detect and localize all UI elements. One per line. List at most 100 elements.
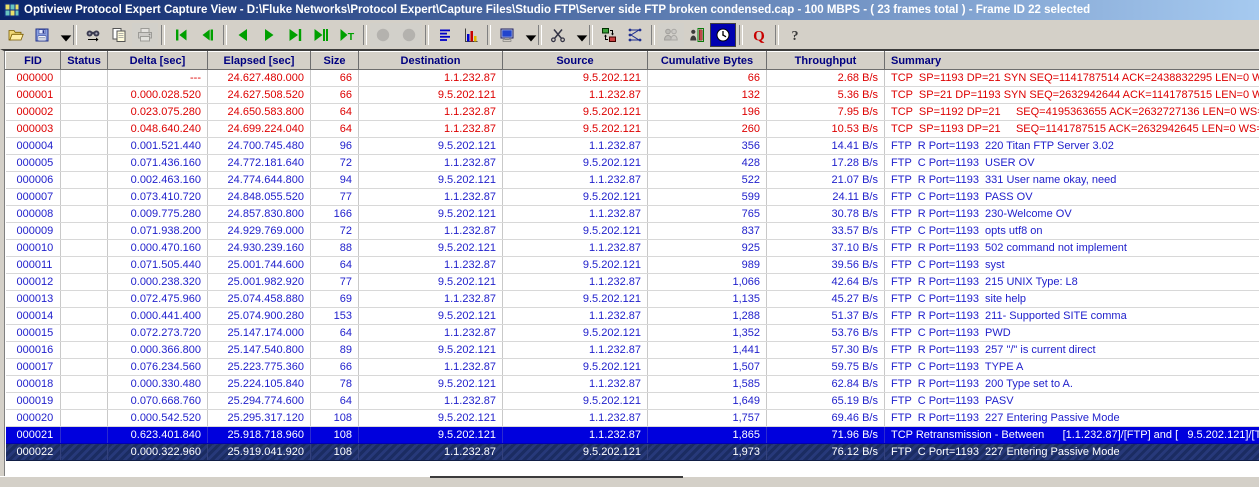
cell-summary[interactable]: FTP C Port=1193 site help [885,291,1259,308]
cell-throughput[interactable]: 53.76 B/s [767,325,885,342]
cell-destination[interactable]: 1.1.232.87 [359,155,503,172]
cell-throughput[interactable]: 17.28 B/s [767,155,885,172]
cell-summary[interactable]: FTP C Port=1193 opts utf8 on [885,223,1259,240]
cell-size[interactable]: 66 [311,359,359,376]
cell-elapsed[interactable]: 25.001.744.600 [208,257,311,274]
cell-source[interactable]: 9.5.202.121 [503,291,648,308]
cell-size[interactable]: 108 [311,410,359,427]
cell-source[interactable]: 9.5.202.121 [503,444,648,461]
cell-status[interactable] [61,376,108,393]
print-button[interactable] [132,23,158,47]
cell-status[interactable] [61,291,108,308]
cell-status[interactable] [61,121,108,138]
cell-status[interactable] [61,359,108,376]
cell-delta[interactable]: 0.072.273.720 [108,325,208,342]
cell-destination[interactable]: 9.5.202.121 [359,308,503,325]
cell-source[interactable]: 1.1.232.87 [503,87,648,104]
cell-delta[interactable]: 0.070.668.760 [108,393,208,410]
cell-delta[interactable]: 0.000.441.400 [108,308,208,325]
cell-throughput[interactable]: 24.11 B/s [767,189,885,206]
cell-delta[interactable]: 0.000.366.800 [108,342,208,359]
cell-source[interactable]: 9.5.202.121 [503,121,648,138]
cell-elapsed[interactable]: 25.223.775.360 [208,359,311,376]
cell-status[interactable] [61,274,108,291]
cell-source[interactable]: 9.5.202.121 [503,189,648,206]
cell-elapsed[interactable]: 24.650.583.800 [208,104,311,121]
cell-destination[interactable]: 9.5.202.121 [359,138,503,155]
cell-size[interactable]: 64 [311,104,359,121]
cell-throughput[interactable]: 30.78 B/s [767,206,885,223]
cell-delta[interactable]: 0.009.775.280 [108,206,208,223]
column-header-cumulative[interactable]: Cumulative Bytes [648,52,767,70]
prev-frame-button[interactable] [230,23,256,47]
cell-summary[interactable]: FTP R Port=1193 227 Entering Passive Mod… [885,410,1259,427]
cell-source[interactable]: 9.5.202.121 [503,223,648,240]
cell-destination[interactable]: 9.5.202.121 [359,172,503,189]
cell-elapsed[interactable]: 25.074.458.880 [208,291,311,308]
cell-status[interactable] [61,223,108,240]
column-header-summary[interactable]: Summary [885,52,1259,70]
cell-destination[interactable]: 1.1.232.87 [359,444,503,461]
condensed-view-button[interactable] [432,23,458,47]
cell-delta[interactable]: 0.001.521.440 [108,138,208,155]
frame-row-000016[interactable]: 0000160.000.366.80025.147.540.800899.5.2… [6,342,1259,359]
cell-source[interactable]: 1.1.232.87 [503,427,648,444]
cell-size[interactable]: 153 [311,308,359,325]
save-options-dropdown[interactable] [55,23,70,47]
cell-elapsed[interactable]: 24.772.181.640 [208,155,311,172]
cell-size[interactable]: 64 [311,257,359,274]
cell-destination[interactable]: 9.5.202.121 [359,410,503,427]
cell-source[interactable]: 1.1.232.87 [503,274,648,291]
cell-status[interactable] [61,172,108,189]
frame-row-000009[interactable]: 0000090.071.938.20024.929.769.000721.1.2… [6,223,1259,240]
capture-filter-dropdown[interactable] [571,23,586,47]
cell-size[interactable]: 78 [311,376,359,393]
frame-row-000017[interactable]: 0000170.076.234.56025.223.775.360661.1.2… [6,359,1259,376]
capture-view-button[interactable] [494,23,520,47]
cell-destination[interactable]: 1.1.232.87 [359,189,503,206]
cell-size[interactable]: 72 [311,223,359,240]
cell-fid[interactable]: 000008 [6,206,61,223]
cell-destination[interactable]: 9.5.202.121 [359,87,503,104]
frame-row-000006[interactable]: 0000060.002.463.16024.774.644.800949.5.2… [6,172,1259,189]
cell-delta[interactable]: 0.000.330.480 [108,376,208,393]
cell-size[interactable]: 66 [311,70,359,87]
cell-fid[interactable]: 000012 [6,274,61,291]
cell-elapsed[interactable]: 25.295.317.120 [208,410,311,427]
next-marked-frame-button[interactable] [282,23,308,47]
cell-size[interactable]: 64 [311,393,359,410]
cell-destination[interactable]: 9.5.202.121 [359,206,503,223]
frame-row-000004[interactable]: 0000040.001.521.44024.700.745.480969.5.2… [6,138,1259,155]
copy-button[interactable] [106,23,132,47]
cell-source[interactable]: 9.5.202.121 [503,325,648,342]
cell-status[interactable] [61,444,108,461]
cell-delta[interactable]: 0.002.463.160 [108,172,208,189]
cell-size[interactable]: 166 [311,206,359,223]
cell-summary[interactable]: FTP R Port=1193 220 Titan FTP Server 3.0… [885,138,1259,155]
cell-cumulative[interactable]: 522 [648,172,767,189]
cell-source[interactable]: 1.1.232.87 [503,206,648,223]
cell-status[interactable] [61,155,108,172]
column-header-status[interactable]: Status [61,52,108,70]
cell-elapsed[interactable]: 24.700.745.480 [208,138,311,155]
cell-fid[interactable]: 000002 [6,104,61,121]
cell-source[interactable]: 1.1.232.87 [503,172,648,189]
cell-summary[interactable]: FTP C Port=1193 USER OV [885,155,1259,172]
cell-source[interactable]: 9.5.202.121 [503,393,648,410]
frame-row-000001[interactable]: 0000010.000.028.52024.627.508.520669.5.2… [6,87,1259,104]
cell-elapsed[interactable]: 25.147.540.800 [208,342,311,359]
cell-elapsed[interactable]: 25.147.174.000 [208,325,311,342]
cell-delta[interactable]: --- [108,70,208,87]
cell-size[interactable]: 77 [311,274,359,291]
cell-cumulative[interactable]: 260 [648,121,767,138]
cell-status[interactable] [61,189,108,206]
cell-status[interactable] [61,393,108,410]
cell-status[interactable] [61,427,108,444]
titlebar[interactable]: Optiview Protocol Expert Capture View - … [0,0,1259,20]
cell-delta[interactable]: 0.071.505.440 [108,257,208,274]
cell-cumulative[interactable]: 356 [648,138,767,155]
frame-row-000005[interactable]: 0000050.071.436.16024.772.181.640721.1.2… [6,155,1259,172]
cell-elapsed[interactable]: 25.224.105.840 [208,376,311,393]
cell-source[interactable]: 1.1.232.87 [503,138,648,155]
cell-throughput[interactable]: 76.12 B/s [767,444,885,461]
